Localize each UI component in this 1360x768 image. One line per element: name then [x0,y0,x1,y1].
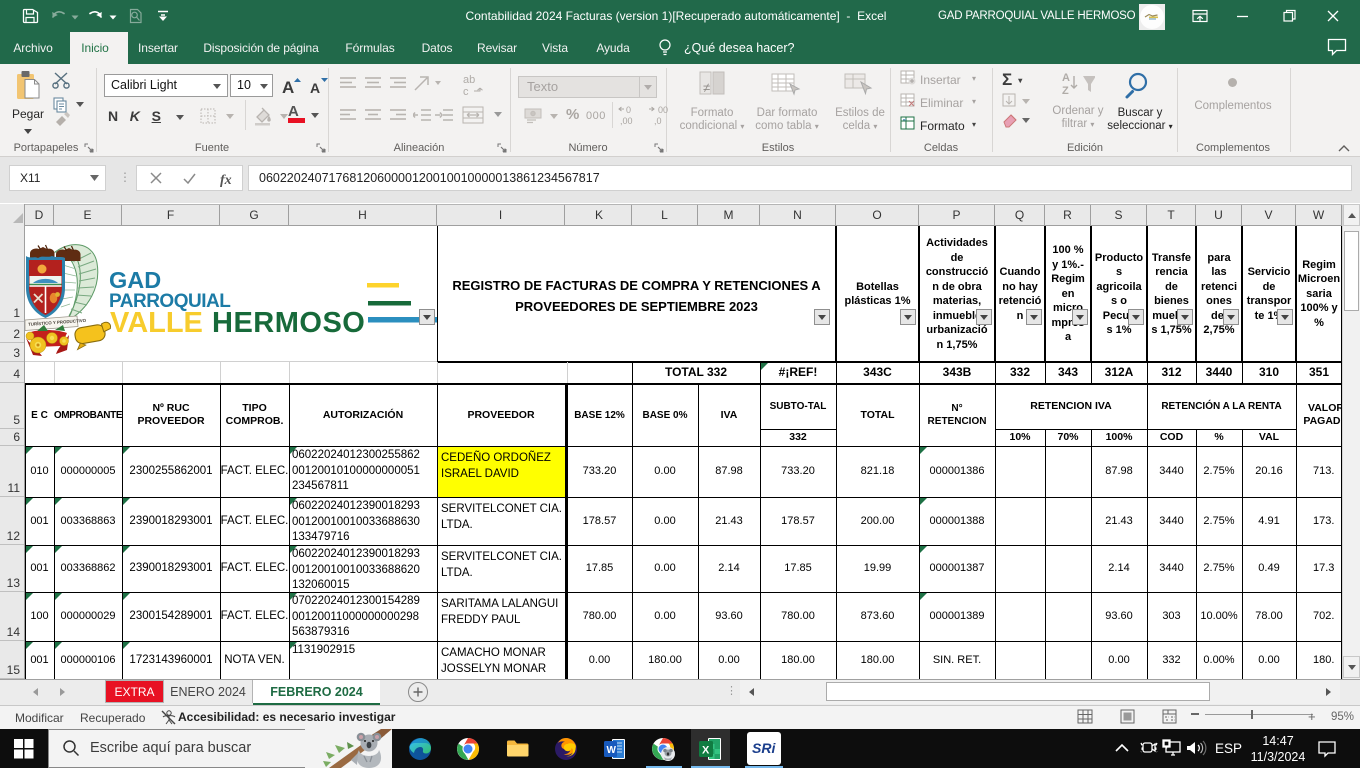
svg-text:c: c [463,86,469,98]
svg-text:W: W [607,745,617,756]
svg-text:,0: ,0 [654,116,662,126]
svg-text:A: A [310,80,320,96]
svg-text:A: A [282,78,294,97]
svg-text:≠: ≠ [703,80,710,95]
svg-text:GAD: GAD [109,267,161,293]
svg-text:Z: Z [1062,85,1069,97]
svg-text:00: 00 [658,105,668,115]
svg-text:A: A [1062,72,1070,84]
svg-text:X: X [702,745,710,757]
svg-text:,00: ,00 [620,116,633,126]
svg-text:HERMOSO: HERMOSO [212,307,365,339]
svg-text:0: 0 [626,105,631,115]
svg-text:ab: ab [463,74,475,86]
svg-text:fx: fx [220,173,232,187]
svg-text:VALLE: VALLE [110,307,203,339]
